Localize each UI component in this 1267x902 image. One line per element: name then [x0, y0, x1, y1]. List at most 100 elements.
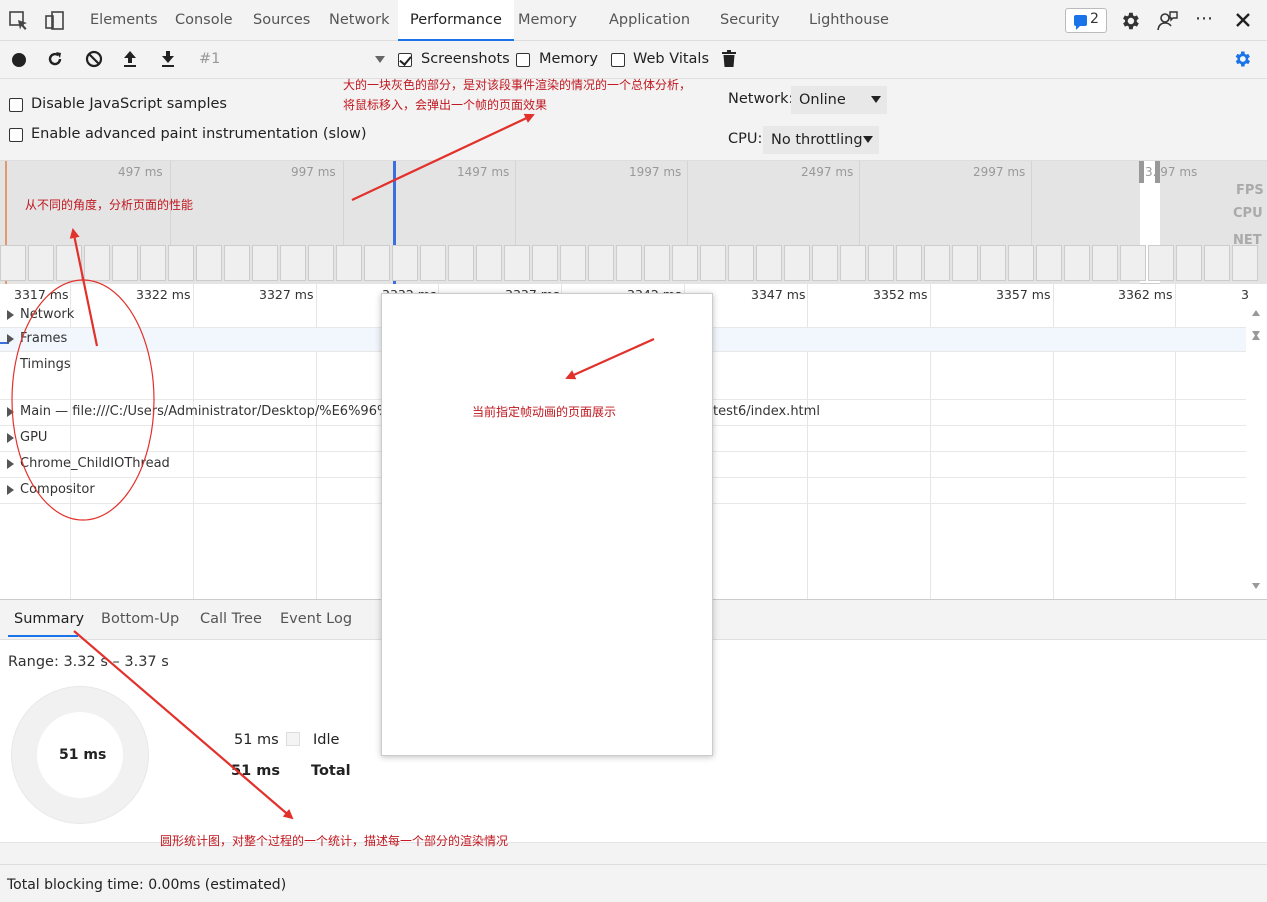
- profile-select[interactable]: #1: [199, 51, 220, 67]
- disable-js-samples-checkbox[interactable]: [9, 98, 23, 112]
- screenshot-thumbnail[interactable]: [812, 245, 838, 281]
- inspect-element-icon[interactable]: [8, 10, 30, 32]
- screenshot-thumbnail[interactable]: [728, 245, 754, 281]
- cpu-throttle-select[interactable]: No throttling: [763, 126, 879, 154]
- screenshot-thumbnail[interactable]: [1232, 245, 1258, 281]
- download-icon[interactable]: [160, 50, 176, 72]
- screenshot-thumbnail[interactable]: [532, 245, 558, 281]
- capture-settings-gear-icon[interactable]: [1232, 49, 1252, 73]
- record-icon[interactable]: [12, 53, 26, 67]
- expand-triangle-icon[interactable]: [7, 459, 14, 469]
- more-options-icon[interactable]: ⋯: [1195, 10, 1213, 28]
- profile-select-caret-icon[interactable]: [375, 56, 385, 63]
- scroll-up-arrow-icon[interactable]: [1252, 334, 1260, 340]
- expand-triangle-icon[interactable]: [7, 407, 14, 417]
- screenshots-checkbox[interactable]: [398, 53, 412, 67]
- screenshot-thumbnail[interactable]: [336, 245, 362, 281]
- screenshot-thumbnail[interactable]: [56, 245, 82, 281]
- expand-triangle-icon[interactable]: [7, 310, 14, 320]
- screenshot-thumbnail[interactable]: [1204, 245, 1230, 281]
- screenshot-thumbnail[interactable]: [252, 245, 278, 281]
- screenshot-thumbnail[interactable]: [980, 245, 1006, 281]
- tab-summary[interactable]: Summary: [14, 611, 84, 627]
- screenshot-thumbnail[interactable]: [140, 245, 166, 281]
- screenshot-thumbnail[interactable]: [112, 245, 138, 281]
- device-toolbar-icon[interactable]: [44, 10, 66, 32]
- feedback-icon[interactable]: [1155, 10, 1179, 36]
- screenshot-thumbnail[interactable]: [756, 245, 782, 281]
- close-icon[interactable]: [1234, 10, 1252, 34]
- expand-triangle-icon[interactable]: [7, 334, 14, 344]
- screenshot-thumbnail[interactable]: [840, 245, 866, 281]
- idle-label: Idle: [313, 732, 340, 748]
- screenshot-thumbnail[interactable]: [1176, 245, 1202, 281]
- enable-paint-checkbox[interactable]: [9, 128, 23, 142]
- screenshot-thumbnail[interactable]: [672, 245, 698, 281]
- screenshot-thumbnail[interactable]: [364, 245, 390, 281]
- tab-memory[interactable]: Memory: [518, 0, 577, 41]
- screenshot-thumbnail[interactable]: [1008, 245, 1034, 281]
- tab-performance[interactable]: Performance: [398, 0, 514, 41]
- screenshot-thumbnail[interactable]: [84, 245, 110, 281]
- screenshot-thumbnail[interactable]: [1064, 245, 1090, 281]
- overview-tick: 3..97 ms: [1145, 165, 1198, 179]
- screenshot-thumbnail[interactable]: [1120, 245, 1146, 281]
- tab-sources[interactable]: Sources: [253, 0, 310, 41]
- screenshot-thumbnail[interactable]: [784, 245, 810, 281]
- gear-icon[interactable]: [1119, 10, 1141, 36]
- screenshot-thumbnail[interactable]: [504, 245, 530, 281]
- screenshot-thumbnail[interactable]: [868, 245, 894, 281]
- screenshot-thumbnail[interactable]: [28, 245, 54, 281]
- web-vitals-checkbox[interactable]: [611, 53, 625, 67]
- tab-security[interactable]: Security: [720, 0, 780, 41]
- tab-console[interactable]: Console: [175, 0, 233, 41]
- screenshot-thumbnail[interactable]: [896, 245, 922, 281]
- tab-network[interactable]: Network: [329, 0, 390, 41]
- timeline-overview[interactable]: 497 ms 997 ms 1497 ms 1997 ms 2497 ms 29…: [0, 161, 1267, 284]
- screenshot-thumbnail[interactable]: [392, 245, 418, 281]
- screenshot-thumbnail[interactable]: [0, 245, 26, 281]
- issues-counter-button[interactable]: 2: [1065, 8, 1107, 33]
- screenshot-thumbnail[interactable]: [280, 245, 306, 281]
- tab-call-tree[interactable]: Call Tree: [200, 611, 262, 627]
- timeline-tick: 3352 ms: [873, 287, 928, 302]
- screenshot-thumbnail[interactable]: [1036, 245, 1062, 281]
- reload-record-icon[interactable]: [46, 50, 64, 72]
- screenshot-thumbnail[interactable]: [448, 245, 474, 281]
- screenshot-thumbnail[interactable]: [924, 245, 950, 281]
- screenshot-thumbnail[interactable]: [308, 245, 334, 281]
- tab-lighthouse[interactable]: Lighthouse: [809, 0, 889, 41]
- tab-application[interactable]: Application: [609, 0, 690, 41]
- screenshot-thumbnail[interactable]: [476, 245, 502, 281]
- screenshot-thumbnail[interactable]: [700, 245, 726, 281]
- clear-icon[interactable]: [85, 50, 103, 72]
- screenshot-thumbnail[interactable]: [560, 245, 586, 281]
- screenshot-thumbnail[interactable]: [616, 245, 642, 281]
- network-throttle-select[interactable]: Online: [791, 86, 887, 114]
- tab-elements[interactable]: Elements: [90, 0, 158, 41]
- screenshot-thumbnail[interactable]: [588, 245, 614, 281]
- track-main-label-tail: test6/index.html: [713, 404, 820, 419]
- expand-triangle-icon[interactable]: [7, 485, 14, 495]
- overview-handle-left[interactable]: [1139, 161, 1144, 183]
- tab-event-log[interactable]: Event Log: [280, 611, 352, 627]
- screenshot-thumbnail[interactable]: [1148, 245, 1174, 281]
- expand-triangle-icon[interactable]: [7, 433, 14, 443]
- trash-icon[interactable]: [722, 50, 736, 72]
- track-frames-label: Frames: [20, 331, 68, 346]
- screenshot-thumbnail[interactable]: [1092, 245, 1118, 281]
- screenshot-thumbnail[interactable]: [196, 245, 222, 281]
- tab-bottom-up[interactable]: Bottom-Up: [101, 611, 179, 627]
- screenshot-thumbnail[interactable]: [644, 245, 670, 281]
- screenshot-thumbnail[interactable]: [224, 245, 250, 281]
- screenshot-thumbnail[interactable]: [168, 245, 194, 281]
- screenshot-thumbnail[interactable]: [420, 245, 446, 281]
- memory-checkbox[interactable]: [516, 53, 530, 67]
- vertical-scrollbar[interactable]: [1246, 300, 1267, 598]
- scroll-down-arrow-icon[interactable]: [1252, 583, 1260, 589]
- overview-tick: 497 ms: [118, 165, 163, 179]
- upload-icon[interactable]: [122, 50, 138, 72]
- scroll-up-arrow-icon[interactable]: [1252, 310, 1260, 316]
- screenshot-thumbnail[interactable]: [952, 245, 978, 281]
- timeline-tick: 3327 ms: [259, 287, 314, 302]
